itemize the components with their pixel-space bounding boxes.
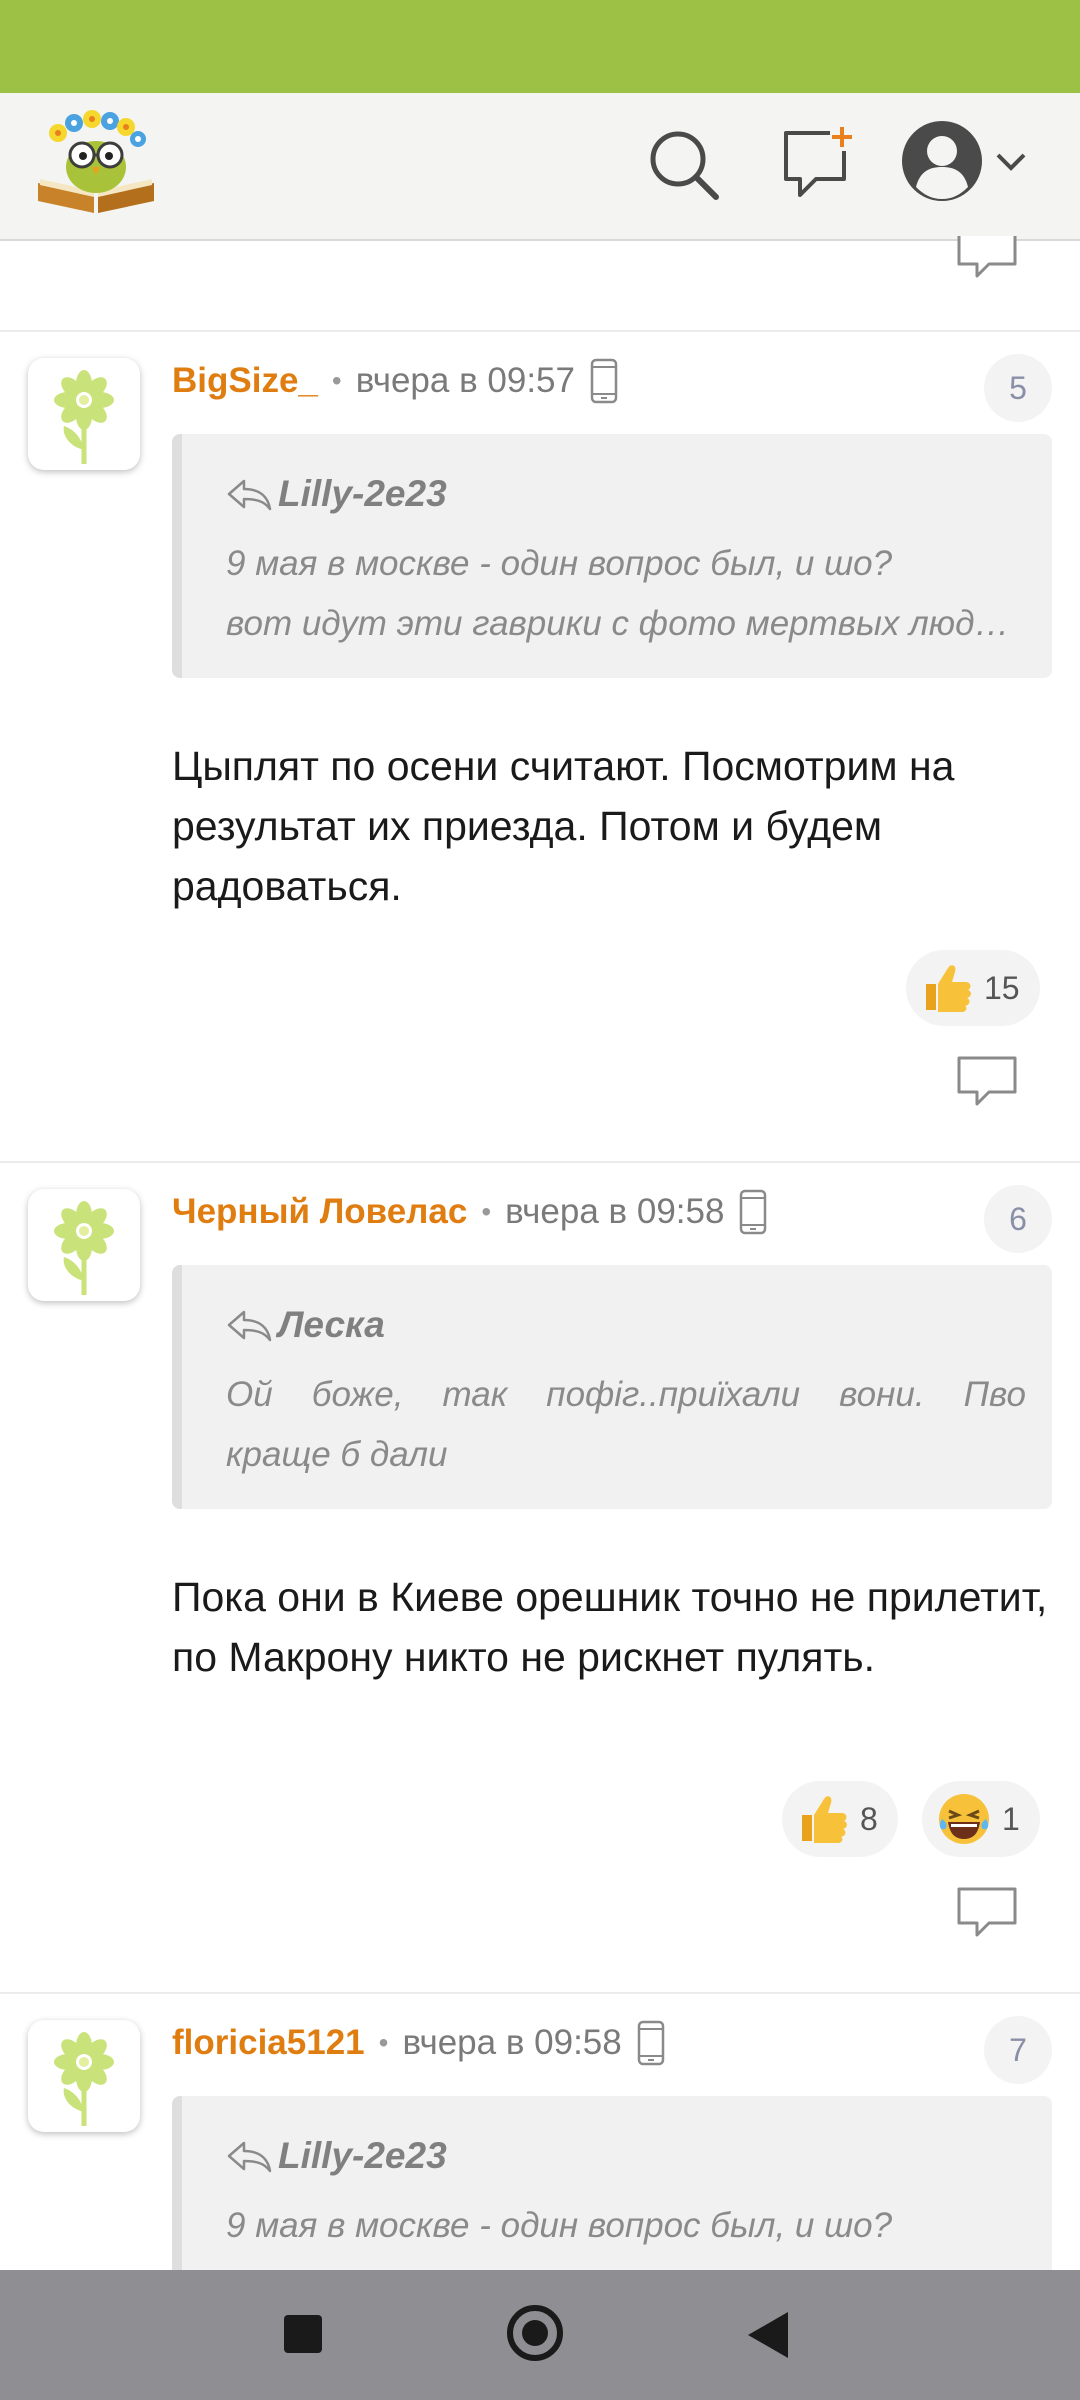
comment-number[interactable]: 6 bbox=[984, 1185, 1052, 1253]
quote-author: Леска bbox=[278, 1304, 385, 1345]
quote-text: 9 мая в москве - один вопрос был, и шо? bbox=[226, 2196, 1026, 2256]
timestamp: вчера в 09:57 bbox=[355, 361, 575, 400]
quote-header: Lilly-2e23 bbox=[226, 2134, 447, 2178]
back-button[interactable] bbox=[746, 2310, 790, 2365]
author-name[interactable]: floricia5121 bbox=[172, 2023, 365, 2063]
author-name[interactable]: BigSize_ bbox=[172, 361, 318, 401]
quote-line: 9 мая в москве - один вопрос был, и шо? bbox=[226, 2206, 893, 2245]
separator-dot: • bbox=[481, 1196, 492, 1227]
quote-block[interactable]: Леска Ой боже, так пофіг..приїхали вони.… bbox=[172, 1265, 1052, 1509]
reaction-button[interactable]: 8 bbox=[782, 1781, 898, 1857]
search-icon[interactable] bbox=[646, 127, 722, 203]
reply-button[interactable] bbox=[955, 236, 1019, 280]
comment-meta: Черный Ловелас • вчера в 09:58 bbox=[172, 1189, 768, 1235]
comment-meta: BigSize_ • вчера в 09:57 bbox=[172, 358, 619, 404]
system-navigation-bar bbox=[0, 2270, 1080, 2400]
divider bbox=[0, 330, 1080, 332]
avatar[interactable] bbox=[28, 1189, 140, 1301]
avatar[interactable] bbox=[28, 2020, 140, 2132]
reaction-count: 1 bbox=[1002, 1800, 1020, 1837]
timestamp: вчера в 09:58 bbox=[505, 1192, 725, 1231]
quote-line: вот идут эти гаврики с фото мертвых люде… bbox=[226, 604, 1026, 643]
timestamp: вчера в 09:58 bbox=[402, 2023, 622, 2062]
site-logo[interactable] bbox=[34, 109, 158, 217]
mobile-device-icon bbox=[740, 1189, 767, 1235]
avatar[interactable] bbox=[28, 358, 140, 470]
recent-apps-button[interactable] bbox=[283, 2314, 323, 2359]
reaction-count: 15 bbox=[984, 969, 1020, 1006]
quote-line: Ой боже, так пофіг..приїхали вони. Пво bbox=[226, 1375, 1026, 1414]
new-message-icon[interactable] bbox=[778, 125, 858, 205]
author-name[interactable]: Черный Ловелас bbox=[172, 1192, 467, 1232]
reply-arrow-icon bbox=[227, 1310, 272, 1342]
reaction-button[interactable]: 1 bbox=[922, 1781, 1040, 1857]
separator-dot: • bbox=[378, 2027, 389, 2058]
divider bbox=[0, 1992, 1080, 1994]
quote-header: Леска bbox=[226, 1303, 385, 1347]
comment-text: Цыплят по осени считают. Посмотрим на ре… bbox=[172, 743, 955, 909]
comment-meta: floricia5121 • вчера в 09:58 bbox=[172, 2020, 666, 2066]
quote-block[interactable]: Lilly-2e23 9 мая в москве - один вопрос … bbox=[172, 434, 1052, 678]
quote-text: 9 мая в москве - один вопрос был, и шо? … bbox=[226, 534, 1026, 654]
quote-text: Ой боже, так пофіг..приїхали вони. Пво к… bbox=[226, 1365, 1026, 1485]
comment-text: Пока они в Киеве орешник точно не прилет… bbox=[172, 1574, 1048, 1680]
mobile-device-icon bbox=[637, 2020, 664, 2066]
reply-arrow-icon bbox=[227, 479, 272, 511]
reaction-button[interactable]: 15 bbox=[906, 950, 1040, 1026]
quote-line: краще б дали bbox=[226, 1435, 448, 1474]
profile-icon[interactable] bbox=[900, 119, 984, 203]
quote-author: Lilly-2e23 bbox=[278, 2135, 447, 2176]
comment-number[interactable]: 5 bbox=[984, 354, 1052, 422]
mobile-device-icon bbox=[590, 358, 618, 404]
reply-arrow-icon bbox=[227, 2141, 272, 2173]
home-button[interactable] bbox=[506, 2304, 564, 2367]
quote-line: 9 мая в москве - один вопрос был, и шо? bbox=[226, 544, 893, 583]
quote-header: Lilly-2e23 bbox=[226, 472, 447, 516]
reply-button[interactable] bbox=[955, 1054, 1019, 1108]
quote-author: Lilly-2e23 bbox=[278, 473, 447, 514]
app-header bbox=[0, 93, 1080, 241]
laughing-face-icon bbox=[937, 1792, 991, 1846]
thumbs-up-icon bbox=[802, 1796, 847, 1843]
chevron-down-icon[interactable] bbox=[994, 145, 1028, 179]
reply-button[interactable] bbox=[955, 1885, 1019, 1939]
thumbs-up-icon bbox=[926, 965, 971, 1012]
comment-number[interactable]: 7 bbox=[984, 2016, 1052, 2084]
status-bar bbox=[0, 0, 1080, 93]
separator-dot: • bbox=[331, 365, 342, 396]
reaction-count: 8 bbox=[860, 1800, 878, 1837]
divider bbox=[0, 1161, 1080, 1163]
